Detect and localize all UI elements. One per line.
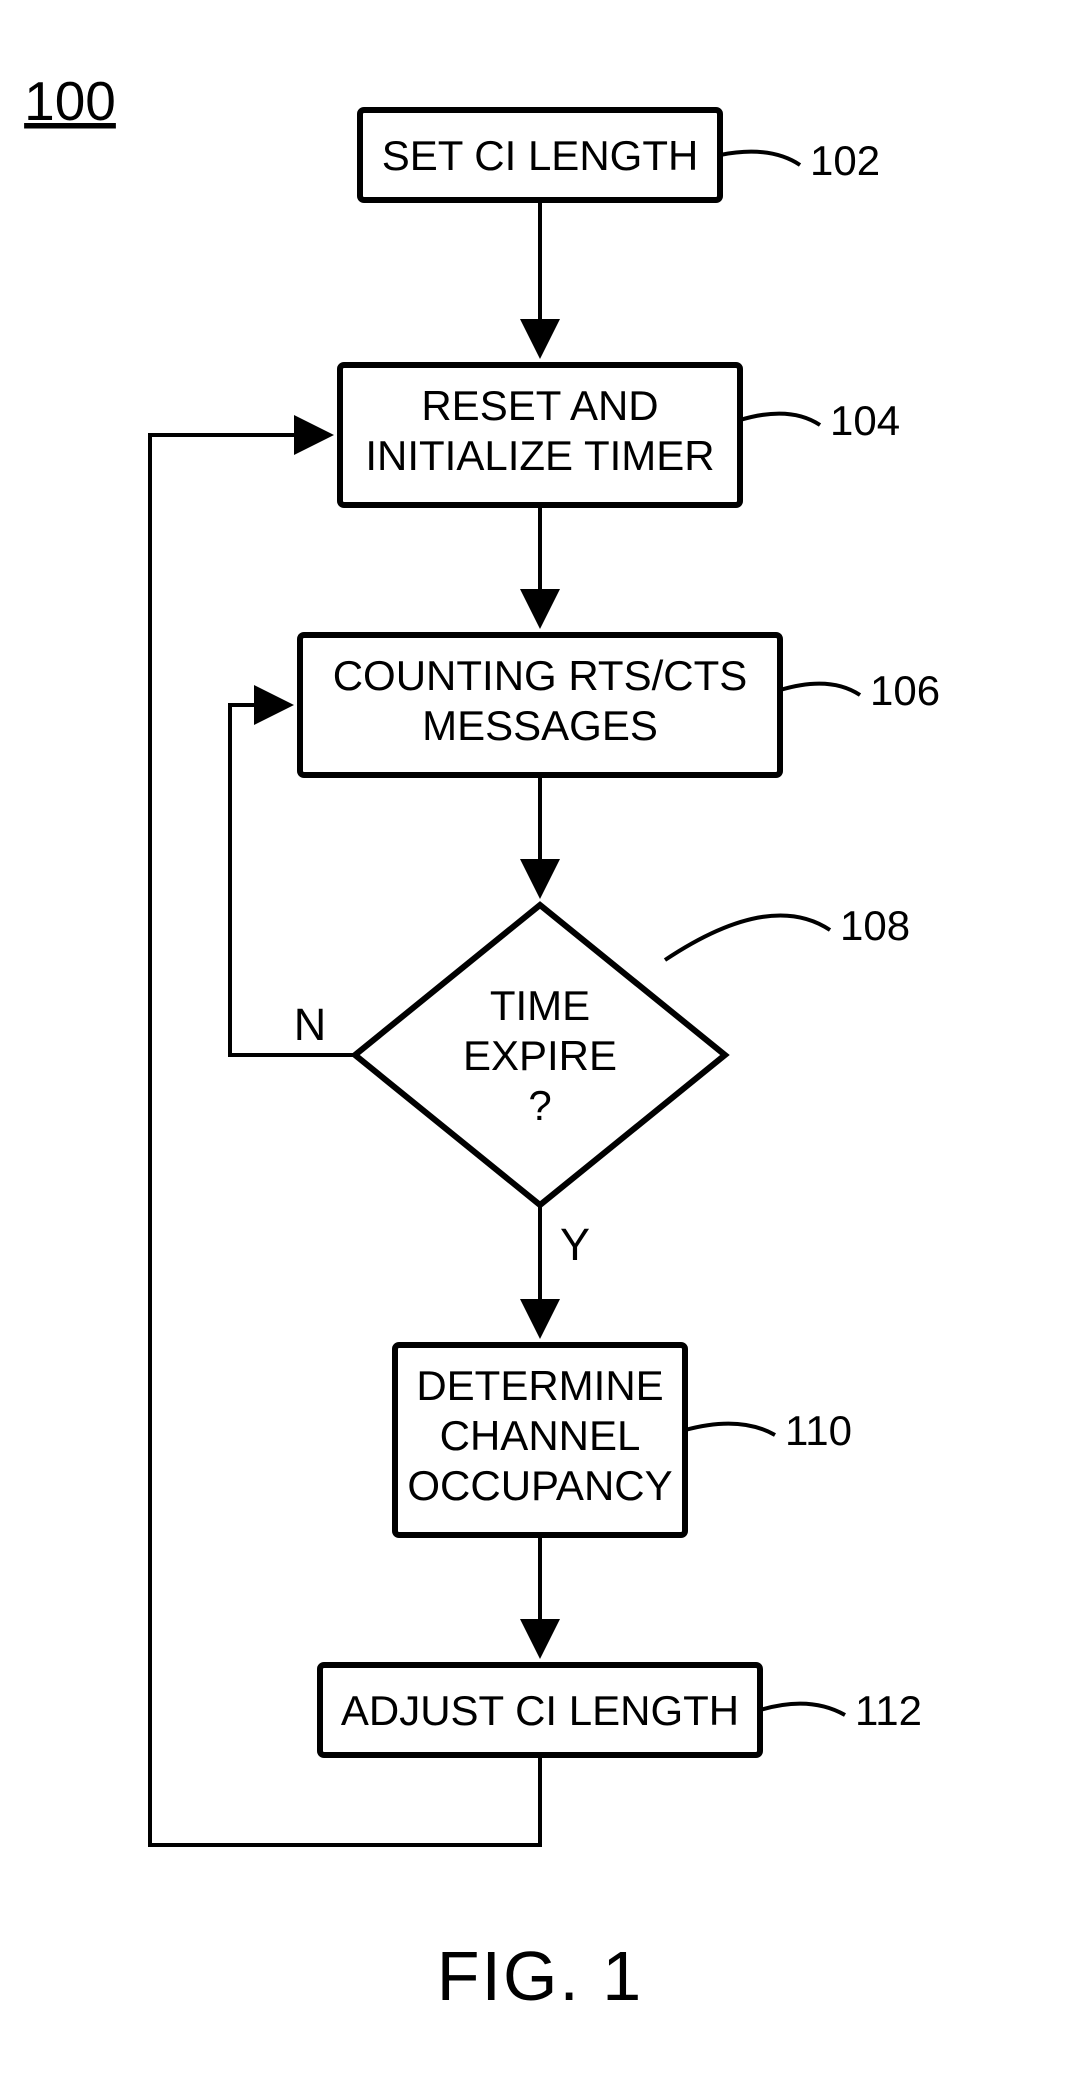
node-104-line1: RESET AND bbox=[421, 382, 658, 429]
node-110-line1: DETERMINE bbox=[416, 1362, 663, 1409]
node-104-line2: INITIALIZE TIMER bbox=[365, 432, 714, 479]
node-108-line3: ? bbox=[528, 1082, 551, 1129]
edge-108-yes-110: Y bbox=[540, 1205, 590, 1335]
ref-106: 106 bbox=[870, 667, 940, 714]
node-determine-occupancy: DETERMINE CHANNEL OCCUPANCY 110 bbox=[395, 1345, 852, 1535]
node-108-line1: TIME bbox=[490, 982, 590, 1029]
ref-104: 104 bbox=[830, 397, 900, 444]
node-reset-timer: RESET AND INITIALIZE TIMER 104 bbox=[340, 365, 900, 505]
node-set-ci-length: SET CI LENGTH 102 bbox=[360, 110, 880, 200]
label-yes: Y bbox=[560, 1219, 590, 1270]
ref-102: 102 bbox=[810, 137, 880, 184]
ref-112: 112 bbox=[855, 1687, 922, 1734]
node-time-expire: TIME EXPIRE ? 108 bbox=[355, 902, 910, 1205]
node-110-line2: CHANNEL bbox=[440, 1412, 641, 1459]
figure-label: FIG. 1 bbox=[437, 1937, 643, 2015]
figure-ref: 100 bbox=[24, 70, 116, 132]
node-adjust-ci-length: ADJUST CI LENGTH 112 bbox=[320, 1665, 922, 1755]
ref-108: 108 bbox=[840, 902, 910, 949]
ref-110: 110 bbox=[785, 1407, 852, 1454]
label-no: N bbox=[294, 999, 327, 1050]
node-106-line2: MESSAGES bbox=[422, 702, 658, 749]
node-110-line3: OCCUPANCY bbox=[407, 1462, 672, 1509]
node-112-line1: ADJUST CI LENGTH bbox=[341, 1687, 739, 1734]
node-108-line2: EXPIRE bbox=[463, 1032, 617, 1079]
node-counting-messages: COUNTING RTS/CTS MESSAGES 106 bbox=[300, 635, 940, 775]
node-106-line1: COUNTING RTS/CTS bbox=[333, 652, 748, 699]
node-102-line1: SET CI LENGTH bbox=[382, 132, 699, 179]
